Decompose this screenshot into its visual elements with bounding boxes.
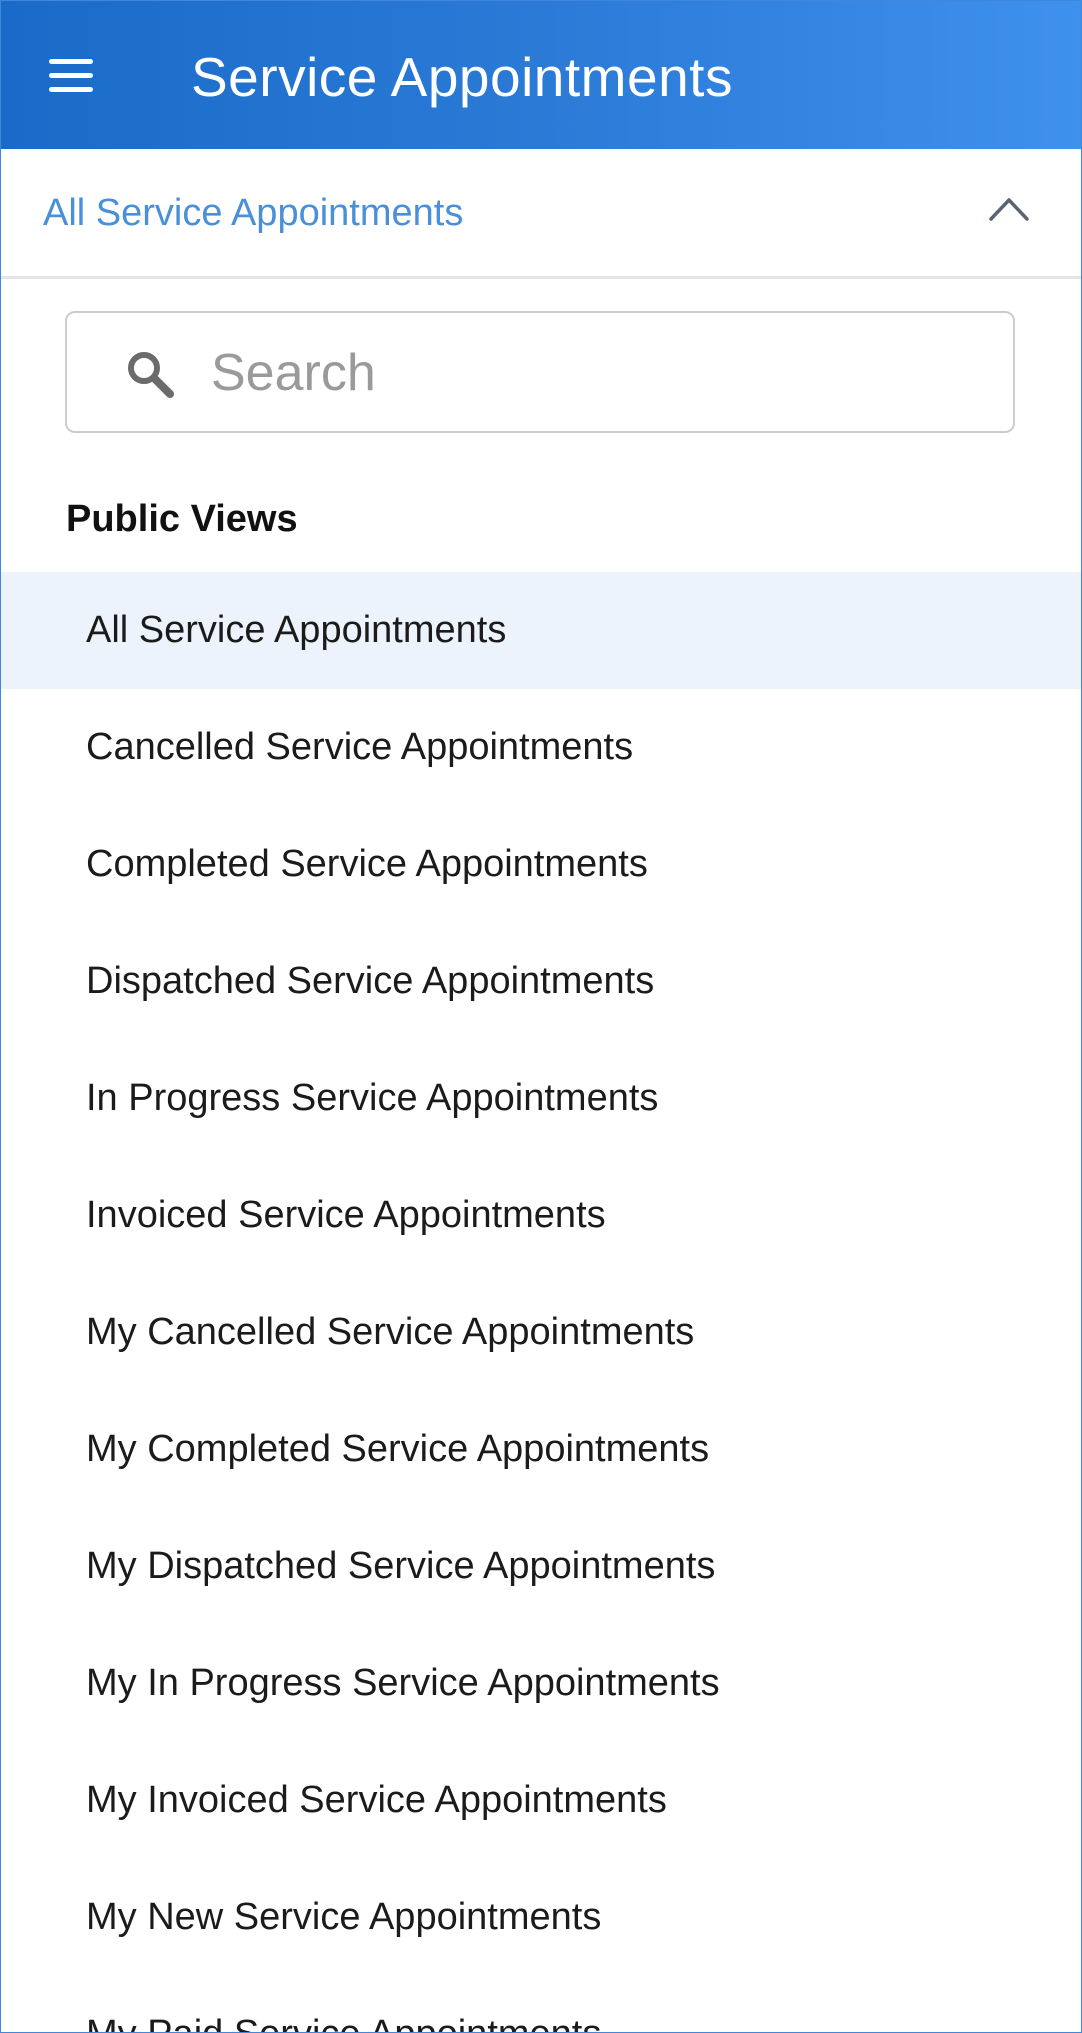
search-icon bbox=[128, 352, 174, 398]
view-item-my-in-progress[interactable]: My In Progress Service Appointments bbox=[1, 1625, 1081, 1742]
view-item-completed[interactable]: Completed Service Appointments bbox=[1, 806, 1081, 923]
view-item-my-paid[interactable]: My Paid Service Appointments bbox=[1, 1976, 1081, 2032]
view-item-cancelled[interactable]: Cancelled Service Appointments bbox=[1, 689, 1081, 806]
search-box[interactable] bbox=[65, 311, 1015, 433]
chevron-up-icon[interactable] bbox=[989, 195, 1029, 221]
view-item-my-dispatched[interactable]: My Dispatched Service Appointments bbox=[1, 1508, 1081, 1625]
view-item-my-cancelled[interactable]: My Cancelled Service Appointments bbox=[1, 1274, 1081, 1391]
menu-button[interactable] bbox=[49, 51, 97, 99]
search-input[interactable] bbox=[211, 335, 971, 411]
current-view-label: All Service Appointments bbox=[43, 192, 464, 234]
view-item-in-progress[interactable]: In Progress Service Appointments bbox=[1, 1040, 1081, 1157]
hamburger-menu-icon bbox=[49, 86, 93, 92]
public-views-heading: Public Views bbox=[66, 498, 298, 540]
list-view-selector[interactable]: All Service Appointments bbox=[1, 149, 1081, 279]
view-item-invoiced[interactable]: Invoiced Service Appointments bbox=[1, 1157, 1081, 1274]
page-title: Service Appointments bbox=[191, 46, 733, 108]
view-item-my-invoiced[interactable]: My Invoiced Service Appointments bbox=[1, 1742, 1081, 1859]
view-item-dispatched[interactable]: Dispatched Service Appointments bbox=[1, 923, 1081, 1040]
views-list: All Service Appointments Cancelled Servi… bbox=[1, 572, 1081, 2032]
app-header: Service Appointments bbox=[1, 1, 1081, 149]
view-item-all[interactable]: All Service Appointments bbox=[1, 572, 1081, 689]
hamburger-menu-icon bbox=[49, 58, 93, 64]
view-item-my-completed[interactable]: My Completed Service Appointments bbox=[1, 1391, 1081, 1508]
hamburger-menu-icon bbox=[49, 72, 93, 78]
view-item-my-new[interactable]: My New Service Appointments bbox=[1, 1859, 1081, 1976]
app-window: Service Appointments All Service Appoint… bbox=[0, 0, 1082, 2033]
